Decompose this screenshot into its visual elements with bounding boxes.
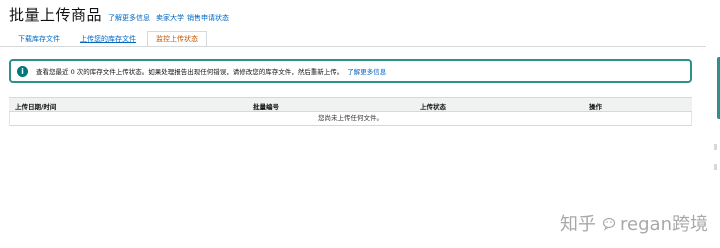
learn-more-link[interactable]: 了解更多信息	[108, 13, 150, 23]
tab-download-inventory-file[interactable]: 下载库存文件	[9, 31, 69, 46]
page: 批量上传商品 了解更多信息 卖家大学 销售申请状态 下载库存文件 上传您的库存文…	[0, 0, 720, 248]
column-batch-id: 批量编号	[253, 103, 279, 111]
page-header: 批量上传商品 了解更多信息 卖家大学 销售申请状态	[9, 4, 229, 25]
watermark-brand: regan跨境	[620, 214, 708, 235]
tab-download-inventory-file-label: 下载库存文件	[18, 35, 60, 43]
table-empty-row: 您尚未上传任何文件。	[9, 112, 692, 126]
seller-university-link[interactable]: 卖家大学	[156, 13, 184, 23]
tab-upload-inventory-file[interactable]: 上传您的库存文件	[71, 31, 145, 46]
tab-divider	[0, 46, 706, 47]
tab-bar: 下载库存文件 上传您的库存文件 监控上传状态	[9, 31, 209, 47]
page-title: 批量上传商品	[9, 6, 103, 24]
alert-message: 查看您最近 0 次的库存文件上传状态。如果处理报告出现任何错误，请修改您的库存文…	[36, 68, 344, 76]
watermark: 知乎 regan跨境	[560, 210, 708, 236]
tab-monitor-upload-status[interactable]: 监控上传状态	[147, 31, 207, 47]
column-upload-datetime: 上传日期/时间	[15, 103, 57, 111]
side-panel-marker	[714, 144, 717, 150]
alert-learn-more-link[interactable]: 了解更多信息	[347, 66, 386, 76]
tab-monitor-upload-status-label: 监控上传状态	[156, 35, 198, 43]
column-upload-status: 上传状态	[420, 103, 446, 111]
watermark-site: 知乎	[560, 214, 597, 235]
column-actions: 操作	[589, 103, 602, 111]
upload-status-table: 上传日期/时间 批量编号 上传状态 操作 您尚未上传任何文件。	[9, 97, 692, 126]
table-header: 上传日期/时间 批量编号 上传状态 操作	[9, 97, 692, 112]
sales-application-status-link[interactable]: 销售申请状态	[187, 13, 229, 23]
tab-upload-inventory-file-label: 上传您的库存文件	[80, 35, 136, 43]
wechat-logo-icon	[602, 217, 616, 231]
info-icon: i	[17, 65, 28, 77]
info-alert: i 查看您最近 0 次的库存文件上传状态。如果处理报告出现任何错误，请修改您的库…	[9, 59, 692, 83]
side-panel-marker	[714, 164, 717, 170]
